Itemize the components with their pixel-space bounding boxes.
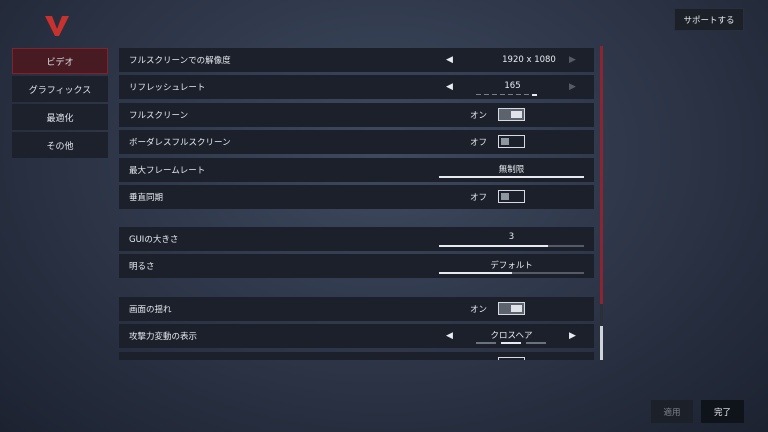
arrow-left-icon[interactable]: ◀ [446, 82, 453, 92]
setting-label: フルスクリーンでの解像度 [129, 56, 231, 66]
setting-row-screen-shake: 画面の揺れ オン [119, 297, 594, 321]
scroll-track-accent [600, 46, 603, 304]
partial-toggle[interactable] [498, 357, 525, 360]
vsync-toggle[interactable] [498, 190, 525, 203]
setting-row-borderless: ボーダレスフルスクリーン オフ [119, 130, 594, 154]
sidebar-item-graphics[interactable]: グラフィックス [12, 76, 108, 102]
setting-label: フルスクリーン [129, 111, 189, 121]
arrow-right-icon[interactable]: ▶ [569, 331, 576, 341]
sidebar-item-other[interactable]: その他 [12, 132, 108, 158]
support-button[interactable]: サポートする [674, 8, 744, 31]
arrow-left-icon[interactable]: ◀ [446, 55, 453, 65]
option-segment [476, 342, 496, 344]
setting-label: 明るさ [129, 262, 155, 272]
sidebar-item-video[interactable]: ビデオ [12, 48, 108, 74]
toggle-state-text: オフ [470, 138, 488, 148]
setting-label: GUIの大きさ [129, 235, 179, 245]
scroll-thumb[interactable] [600, 326, 603, 360]
setting-label: リフレッシュレート [129, 83, 206, 93]
option-segment [526, 342, 546, 344]
setting-row-fullscreen: フルスクリーン オン [119, 103, 594, 127]
setting-row-attack-display: 攻撃力変動の表示 ◀ クロスヘア ▶ [119, 324, 594, 348]
setting-row-brightness: 明るさ デフォルト [119, 254, 594, 278]
brightness-slider[interactable] [439, 272, 584, 274]
toggle-state-text: オン [470, 305, 488, 315]
arrow-right-icon[interactable]: ▶ [569, 55, 576, 65]
setting-label: ボーダレスフルスクリーン [129, 138, 231, 148]
setting-row-gui-size: GUIの大きさ 3 [119, 227, 594, 251]
apply-button[interactable]: 適用 [651, 400, 693, 423]
fullscreen-toggle[interactable] [498, 108, 525, 121]
gui-size-slider[interactable] [439, 245, 584, 247]
option-ticks [476, 94, 537, 96]
arrow-left-icon[interactable]: ◀ [446, 331, 453, 341]
sidebar-item-optimization[interactable]: 最適化 [12, 104, 108, 130]
setting-label: 攻撃力変動の表示 [129, 332, 198, 342]
option-segment [501, 342, 521, 344]
max-fps-value: 無制限 [498, 165, 525, 175]
refresh-rate-value: 165 [504, 81, 521, 91]
setting-row-resolution: フルスクリーンでの解像度 ◀ 1920 x 1080 ▶ [119, 48, 594, 72]
screen-shake-toggle[interactable] [498, 302, 525, 315]
settings-panel: フルスクリーンでの解像度 ◀ 1920 x 1080 ▶ リフレッシュレート ◀… [119, 46, 603, 360]
app-logo [45, 16, 69, 36]
sidebar: ビデオ グラフィックス 最適化 その他 [12, 48, 108, 160]
setting-row-max-fps: 最大フレームレート 無制限 [119, 158, 594, 182]
done-button[interactable]: 完了 [701, 400, 744, 423]
borderless-toggle[interactable] [498, 135, 525, 148]
toggle-state-text: オン [470, 111, 488, 121]
arrow-right-icon[interactable]: ▶ [569, 82, 576, 92]
setting-label: 画面の揺れ [129, 305, 172, 315]
setting-label: 垂直同期 [129, 193, 164, 203]
setting-label: 最大フレームレート [129, 166, 206, 176]
gui-size-value: 3 [508, 232, 515, 242]
max-fps-slider[interactable] [439, 176, 584, 178]
setting-row-partial [119, 352, 594, 360]
setting-row-refresh-rate: リフレッシュレート ◀ 165 ▶ [119, 75, 594, 99]
setting-row-vsync: 垂直同期 オフ [119, 185, 594, 209]
toggle-state-text: オフ [470, 193, 488, 203]
brightness-value: デフォルト [490, 261, 533, 271]
settings-scrollbar[interactable] [600, 46, 603, 360]
attack-display-value: クロスヘア [490, 331, 533, 341]
